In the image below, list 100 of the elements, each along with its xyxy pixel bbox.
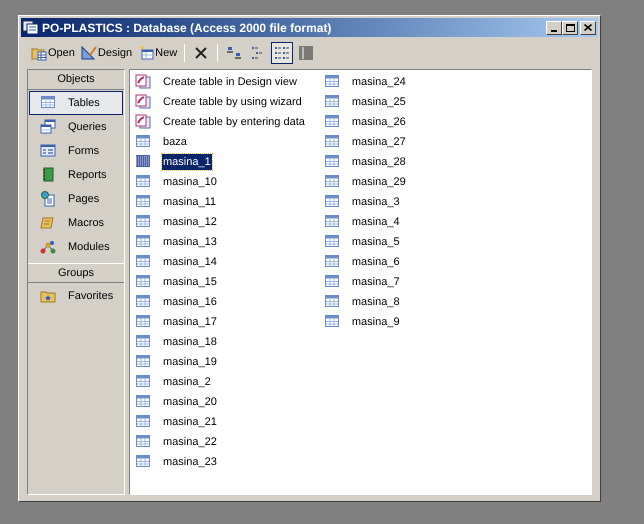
list-item[interactable]: masina_27 (350, 134, 407, 150)
table-icon (135, 374, 151, 390)
list-item[interactable]: masina_5 (350, 234, 401, 250)
sidebar-item[interactable]: Forms (29, 139, 123, 163)
table-icon (324, 134, 340, 150)
globe-page-icon (40, 191, 56, 207)
window-title: PO-PLASTICS : Database (Access 2000 file format) (42, 20, 332, 36)
table-icon (324, 254, 340, 270)
table-icon (135, 214, 151, 230)
table-icon (324, 314, 340, 330)
table-icon (135, 454, 151, 470)
table-icon (324, 174, 340, 190)
large-icons-view-icon (226, 45, 242, 61)
list-item[interactable]: masina_18 (162, 334, 218, 350)
minimize-icon (551, 30, 557, 32)
sidebar-item[interactable]: Pages (29, 187, 123, 211)
list-item[interactable]: masina_28 (350, 154, 407, 170)
database-icon (23, 20, 39, 34)
list-item[interactable]: masina_8 (350, 294, 401, 310)
list-item[interactable]: masina_21 (162, 414, 218, 430)
table-icon (135, 354, 151, 370)
open-button[interactable]: Open (29, 42, 77, 64)
table-icon (135, 234, 151, 250)
list-view-button[interactable] (271, 42, 294, 64)
table-icon (40, 95, 56, 111)
list-item[interactable]: masina_25 (350, 94, 407, 110)
wizard-table-icon (135, 74, 151, 90)
table-icon (324, 214, 340, 230)
list-item[interactable]: Create table in Design view (162, 74, 298, 90)
list-item[interactable]: masina_1 (162, 154, 212, 170)
list-item[interactable]: Create table by using wizard (162, 94, 303, 110)
stacked-tables-icon (40, 119, 56, 135)
molecule-icon (40, 239, 56, 255)
sidebar-item[interactable]: Macros (29, 211, 123, 235)
list-item[interactable]: masina_17 (162, 314, 218, 330)
table-icon (324, 114, 340, 130)
list-item[interactable]: masina_23 (162, 454, 218, 470)
list-item[interactable]: masina_19 (162, 354, 218, 370)
list-item[interactable]: masina_11 (162, 194, 217, 210)
book-icon (40, 167, 56, 183)
list-item[interactable]: masina_14 (162, 254, 218, 270)
list-item[interactable]: masina_24 (350, 74, 407, 90)
delete-icon (194, 46, 208, 60)
table-icon (324, 194, 340, 210)
form-icon (40, 143, 56, 159)
scroll-icon (40, 215, 56, 231)
sidebar-item[interactable]: Queries (29, 115, 123, 139)
list-item[interactable]: masina_10 (162, 174, 218, 190)
list-item[interactable]: masina_20 (162, 394, 218, 410)
table-icon (135, 294, 151, 310)
list-item[interactable]: masina_12 (162, 214, 218, 230)
sidebar-item[interactable]: Reports (29, 163, 123, 187)
maximize-icon (566, 24, 574, 32)
maximize-button[interactable] (562, 20, 578, 34)
table-icon (324, 94, 340, 110)
sidebar-item[interactable]: Modules (29, 235, 123, 259)
table-icon (324, 234, 340, 250)
list-item[interactable]: masina_16 (162, 294, 218, 310)
list-item[interactable]: masina_22 (162, 434, 218, 450)
table-icon (135, 254, 151, 270)
table-icon (324, 74, 340, 90)
table-icon (324, 294, 340, 310)
list-item[interactable]: masina_7 (350, 274, 401, 290)
list-item[interactable]: masina_2 (162, 374, 212, 390)
new-table-icon (138, 45, 154, 61)
table-icon (135, 154, 151, 170)
list-view-icon (274, 45, 290, 61)
list-item[interactable]: masina_29 (350, 174, 407, 190)
table-icon (135, 434, 151, 450)
table-icon (324, 154, 340, 170)
list-item[interactable]: masina_6 (350, 254, 401, 270)
table-icon (135, 174, 151, 190)
list-item[interactable]: masina_15 (162, 274, 218, 290)
table-icon (135, 134, 151, 150)
close-button[interactable] (580, 20, 596, 34)
list-item[interactable]: masina_13 (162, 234, 218, 250)
list-item[interactable]: masina_9 (350, 314, 401, 330)
table-icon (135, 334, 151, 350)
design-button[interactable]: Design (78, 42, 134, 64)
table-icon (135, 314, 151, 330)
wizard-table-icon (135, 114, 151, 130)
table-icon (135, 274, 151, 290)
new-button[interactable]: New (136, 42, 180, 64)
sidebar-item[interactable]: Tables (29, 91, 123, 115)
close-icon (584, 24, 592, 31)
minimize-button[interactable] (546, 20, 562, 34)
list-item[interactable]: masina_4 (350, 214, 401, 230)
list-item[interactable]: Create table by entering data (162, 114, 306, 130)
list-item[interactable]: masina_3 (350, 194, 401, 210)
list-item[interactable]: masina_26 (350, 114, 407, 130)
table-icon (324, 274, 340, 290)
table-icon (135, 194, 151, 210)
table-icon (135, 414, 151, 430)
list-item[interactable]: baza (162, 134, 188, 150)
table-icon (135, 394, 151, 410)
details-view-icon (298, 45, 314, 61)
triangle-ruler-icon (80, 45, 97, 61)
wizard-table-icon (135, 94, 151, 110)
sidebar-item[interactable]: Favorites (29, 284, 123, 308)
section-header[interactable]: Groups (28, 263, 124, 283)
